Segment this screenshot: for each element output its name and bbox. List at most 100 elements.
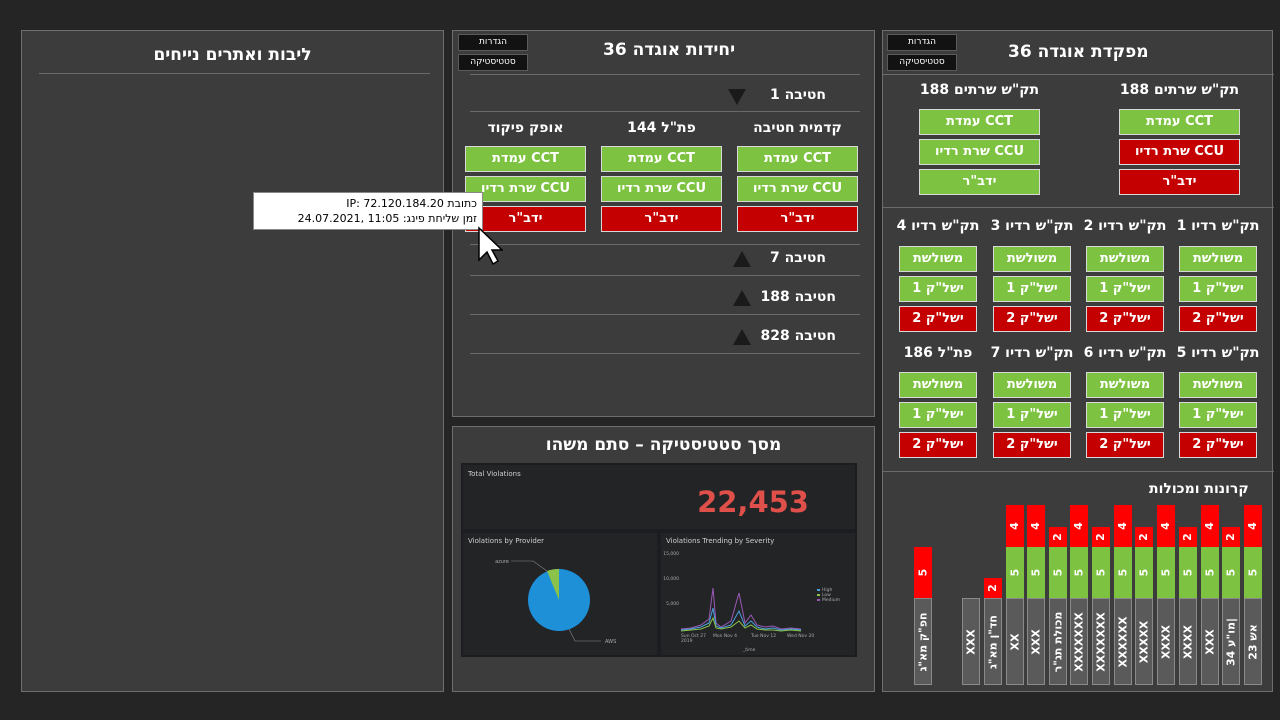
wagon-label-cell[interactable]: XXX xyxy=(1027,598,1045,685)
wagon-label-cell[interactable]: חד"ן מא"ג xyxy=(984,598,1002,685)
tooltip-ping: זמן שליחת פינג: 11:05 ,24.07.2021 xyxy=(297,212,477,225)
radio-status-button[interactable]: משולשת xyxy=(1179,372,1257,398)
radio-status-button[interactable]: משולשת xyxy=(899,372,977,398)
radio-status-button[interactable]: משולשת xyxy=(899,246,977,272)
unit-status-button[interactable]: ידב"ר xyxy=(601,206,722,232)
units-settings-button[interactable]: הגדרות xyxy=(458,34,528,51)
unit-status-button[interactable]: שרת רדיו CCU xyxy=(737,176,858,202)
radio-status-button[interactable]: ישל"ק 1 xyxy=(1179,276,1257,302)
x-tick: Mon Nov 4 xyxy=(713,633,737,639)
unit-status-button[interactable]: שרת רדיו CCU xyxy=(601,176,722,202)
wagon-label-cell[interactable]: XXXXXXX xyxy=(1092,598,1110,685)
brigade-label[interactable]: חטיבה 828 xyxy=(760,328,836,344)
radio-status-button[interactable]: משולשת xyxy=(993,372,1071,398)
pie-label-azure: azure xyxy=(495,559,509,565)
hq-settings-button[interactable]: הגדרות xyxy=(887,34,957,51)
hq-stats-button[interactable]: סטטיסטיקה xyxy=(887,54,957,71)
static-sites-title: ליבות ואתרים נייחים xyxy=(153,45,312,65)
server-status-button[interactable]: עמדת CCT xyxy=(919,109,1040,135)
wagon-red-segment: 4 xyxy=(1070,505,1088,547)
unit-status-button[interactable]: עמדת CCT xyxy=(737,146,858,172)
server-status-button[interactable]: שרת רדיו CCU xyxy=(919,139,1040,165)
wagon-label-cell[interactable]: אש 23 xyxy=(1244,598,1262,685)
wagon-red-segment: 4 xyxy=(1201,505,1219,547)
wagon-label-cell[interactable]: XXXX xyxy=(1179,598,1197,685)
provider-card: Violations by Provider azure AWS xyxy=(463,533,657,655)
wagon-label-cell[interactable]: XXX xyxy=(1201,598,1219,685)
radio-status-button[interactable]: ישל"ק 1 xyxy=(899,276,977,302)
stats-dashboard[interactable]: Total Violations 22,453 Violations by Pr… xyxy=(461,463,857,657)
wagon-label-cell[interactable]: XX xyxy=(1006,598,1024,685)
brigade-label[interactable]: חטיבה 7 xyxy=(770,250,826,266)
y-tick: 15,000 xyxy=(663,551,679,557)
divider xyxy=(470,275,860,276)
trend-card: Violations Trending by Severity 15,000 1… xyxy=(661,533,855,655)
radio-status-button[interactable]: ישל"ק 2 xyxy=(1086,432,1164,458)
wagon-red-segment: 2 xyxy=(1092,527,1110,547)
divider xyxy=(883,74,1274,75)
wagon-label-cell[interactable]: XXXX xyxy=(1157,598,1175,685)
unit-status-button[interactable]: ידב"ר xyxy=(737,206,858,232)
radio-status-button[interactable]: משולשת xyxy=(1086,246,1164,272)
wagon-red-value: 2 xyxy=(1224,533,1237,541)
wagon-label: אש 23 xyxy=(1246,623,1260,660)
units-title: יחידות אוגדה 36 xyxy=(603,40,736,60)
radio-status-button[interactable]: ישל"ק 2 xyxy=(1179,432,1257,458)
stats-panel: מסך סטטיסטיקה – סתם משהו Total Violation… xyxy=(452,426,875,692)
server-status-button[interactable]: שרת רדיו CCU xyxy=(1119,139,1240,165)
trend-line-chart: 15,000 10,000 5,000 High Low Medium Sun … xyxy=(663,551,840,653)
expand-triangle-icon[interactable] xyxy=(733,329,751,345)
wagon-label-cell[interactable]: מו"ע 34| xyxy=(1222,598,1240,685)
wagon-label: מכולת תג"ר xyxy=(1051,611,1065,672)
expand-triangle-icon[interactable] xyxy=(733,290,751,306)
wagon-red-value: 5 xyxy=(916,568,930,577)
radio-status-button[interactable]: משולשת xyxy=(993,246,1071,272)
unit-status-button[interactable]: שרת רדיו CCU xyxy=(465,176,586,202)
radio-status-button[interactable]: ישל"ק 1 xyxy=(899,402,977,428)
radio-status-button[interactable]: ישל"ק 2 xyxy=(899,432,977,458)
server-status-button[interactable]: ידב"ר xyxy=(1119,169,1240,195)
divider xyxy=(470,74,860,75)
brigade-label[interactable]: חטיבה 188 xyxy=(760,289,836,305)
radio-status-button[interactable]: משולשת xyxy=(1179,246,1257,272)
radio-status-button[interactable]: משולשת xyxy=(1086,372,1164,398)
cursor-icon xyxy=(478,226,503,266)
radio-group-header: תק"ש רדיו 6 xyxy=(1083,345,1167,361)
wagon-red-segment: 2 xyxy=(1222,527,1240,547)
radio-status-button[interactable]: ישל"ק 2 xyxy=(1179,306,1257,332)
collapse-triangle-icon[interactable] xyxy=(728,89,746,105)
expand-triangle-icon[interactable] xyxy=(733,251,751,267)
radio-status-button[interactable]: ישל"ק 1 xyxy=(993,402,1071,428)
wagon-label-cell[interactable]: חפ"ק מא"ג xyxy=(914,598,932,685)
radio-status-button[interactable]: ישל"ק 2 xyxy=(899,306,977,332)
radio-group-header: תק"ש רדיו 1 xyxy=(1176,218,1260,234)
wagon-label-cell[interactable]: XXX xyxy=(962,598,980,685)
wagon-label: XXXXXXX xyxy=(1072,611,1086,672)
wagon-label: חד"ן מא"ג xyxy=(986,614,1000,669)
brigade-1-label[interactable]: חטיבה 1 xyxy=(770,87,826,103)
server-status-button[interactable]: ידב"ר xyxy=(919,169,1040,195)
wagon-label-cell[interactable]: XXXXXX xyxy=(1114,598,1132,685)
wagon-label: XXXX xyxy=(1181,624,1195,659)
division-hq-panel: הגדרות סטטיסטיקה מפקדת אוגדה 36 תק"ש שרת… xyxy=(882,30,1274,692)
wagon-label-cell[interactable]: XXXXXXX xyxy=(1070,598,1088,685)
wagon-label: XXXX xyxy=(1159,624,1173,659)
wagon-label-cell[interactable]: XXXXX xyxy=(1135,598,1153,685)
wagon-red-segment: 4 xyxy=(1157,505,1175,547)
radio-status-button[interactable]: ישל"ק 1 xyxy=(1179,402,1257,428)
radio-status-button[interactable]: ישל"ק 2 xyxy=(1086,306,1164,332)
radio-status-button[interactable]: ישל"ק 1 xyxy=(1086,402,1164,428)
radio-group-header: תק"ש רדיו 3 xyxy=(990,218,1074,234)
units-stats-button[interactable]: סטטיסטיקה xyxy=(458,54,528,71)
radio-status-button[interactable]: ישל"ק 1 xyxy=(1086,276,1164,302)
x-axis-label: _time xyxy=(742,647,756,653)
unit-status-button[interactable]: עמדת CCT xyxy=(601,146,722,172)
unit-status-button[interactable]: עמדת CCT xyxy=(465,146,586,172)
radio-status-button[interactable]: ישל"ק 2 xyxy=(993,432,1071,458)
wagons-title: קרונות ומכולות xyxy=(1149,481,1249,497)
radio-status-button[interactable]: ישל"ק 2 xyxy=(993,306,1071,332)
wagon-label-cell[interactable]: מכולת תג"ר xyxy=(1049,598,1067,685)
wagon-red-value: 2 xyxy=(1137,533,1150,541)
radio-status-button[interactable]: ישל"ק 1 xyxy=(993,276,1071,302)
server-status-button[interactable]: עמדת CCT xyxy=(1119,109,1240,135)
